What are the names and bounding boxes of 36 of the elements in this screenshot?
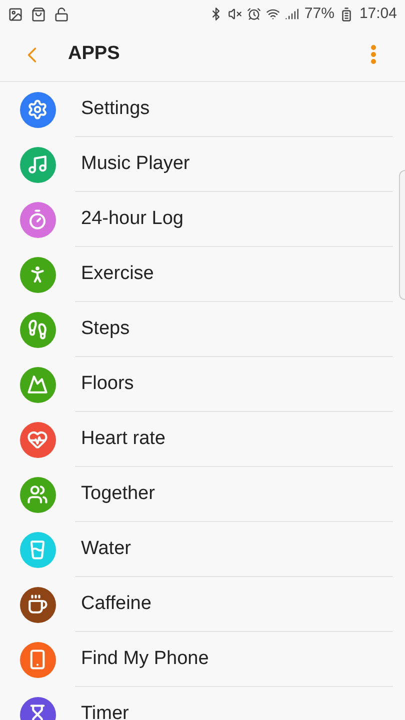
- app-list-item[interactable]: Water: [0, 522, 397, 577]
- app-label: Heart rate: [81, 426, 166, 451]
- bag-icon: [31, 6, 46, 22]
- app-label: 24-hour Log: [81, 206, 184, 231]
- app-list-item[interactable]: Steps: [0, 302, 397, 357]
- clock: 17:04: [359, 4, 397, 24]
- app-list-item[interactable]: Exercise: [0, 247, 397, 302]
- scroll-handle[interactable]: [399, 170, 405, 300]
- app-label: Find My Phone: [81, 646, 209, 671]
- app-label: Music Player: [81, 152, 190, 176]
- app-list-item[interactable]: Floors: [0, 357, 397, 412]
- app-label: Timer: [81, 702, 129, 720]
- app-list-item[interactable]: Find My Phone: [0, 632, 397, 687]
- mute-icon: [228, 7, 242, 21]
- app-label: Exercise: [81, 262, 154, 286]
- app-list-item[interactable]: Caffeine: [0, 577, 397, 632]
- app-list-item[interactable]: Together: [0, 467, 397, 522]
- app-list-item[interactable]: Settings: [0, 82, 397, 137]
- app-label: Caffeine: [81, 592, 152, 616]
- app-list-item[interactable]: Timer: [0, 687, 397, 720]
- app-label: Floors: [81, 372, 134, 396]
- page-title: APPS: [68, 42, 120, 66]
- more-icon: [370, 45, 376, 64]
- app-label: Water: [81, 536, 131, 561]
- signal-icon: [285, 7, 300, 21]
- app-list-item[interactable]: 24-hour Log: [0, 192, 397, 247]
- app-label: Steps: [81, 316, 130, 341]
- wifi-icon: [266, 7, 280, 21]
- app-label: Settings: [81, 96, 150, 121]
- alarm-icon: [247, 7, 262, 21]
- app-label: Together: [81, 482, 155, 506]
- app-list-item[interactable]: Heart rate: [0, 412, 397, 467]
- battery-level: 77%: [304, 4, 334, 24]
- app-list-item[interactable]: Music Player: [0, 137, 397, 192]
- unlock-icon: [54, 6, 69, 22]
- image-icon: [8, 6, 23, 22]
